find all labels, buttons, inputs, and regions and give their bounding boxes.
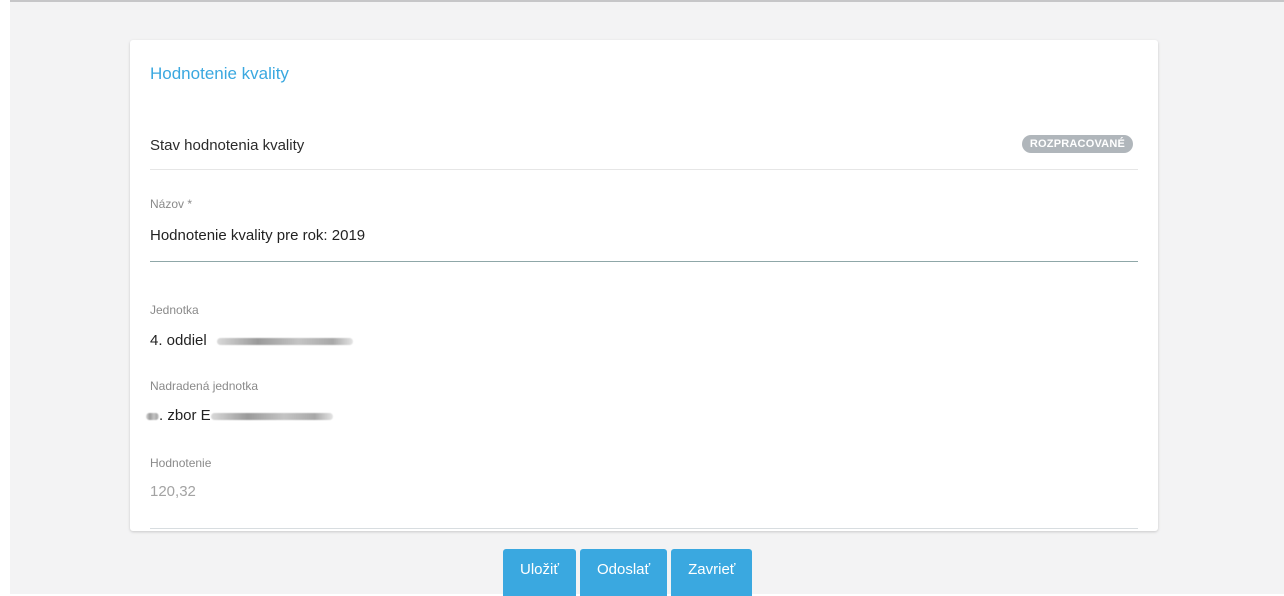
parent-unit-value: . zbor E [159, 407, 211, 424]
status-row: Stav hodnotenia kvality ROZPRACOVANÉ [150, 125, 1138, 170]
parent-unit-value-row: . zbor E [146, 407, 333, 424]
send-button[interactable]: Odoslať [579, 549, 668, 596]
unit-value-row: 4. oddiel [150, 332, 353, 349]
card-bottom-divider [150, 528, 1138, 529]
redacted-text [210, 412, 333, 420]
name-input[interactable]: Hodnotenie kvality pre rok: 2019 [150, 227, 365, 244]
unit-value: 4. oddiel [150, 332, 207, 349]
quality-evaluation-card: Hodnotenie kvality Stav hodnotenia kvali… [130, 40, 1158, 531]
rating-value: 120,32 [150, 483, 196, 500]
name-field-label: Názov * [150, 197, 193, 211]
name-input-underline [150, 261, 1138, 262]
card-title: Hodnotenie kvality [150, 64, 289, 83]
unit-label: Jednotka [150, 303, 199, 317]
status-badge: ROZPRACOVANÉ [1021, 135, 1133, 153]
status-label: Stav hodnotenia kvality [150, 137, 305, 154]
redacted-text [216, 337, 353, 345]
rating-label: Hodnotenie [150, 456, 212, 470]
redacted-text [146, 412, 159, 420]
save-button[interactable]: Uložiť [503, 549, 576, 596]
action-bar: Uložiť Odoslať Zavrieť [503, 549, 753, 596]
close-button[interactable]: Zavrieť [671, 549, 753, 596]
page-background: Hodnotenie kvality Stav hodnotenia kvali… [10, 0, 1284, 596]
parent-unit-label: Nadradená jednotka [150, 379, 259, 393]
